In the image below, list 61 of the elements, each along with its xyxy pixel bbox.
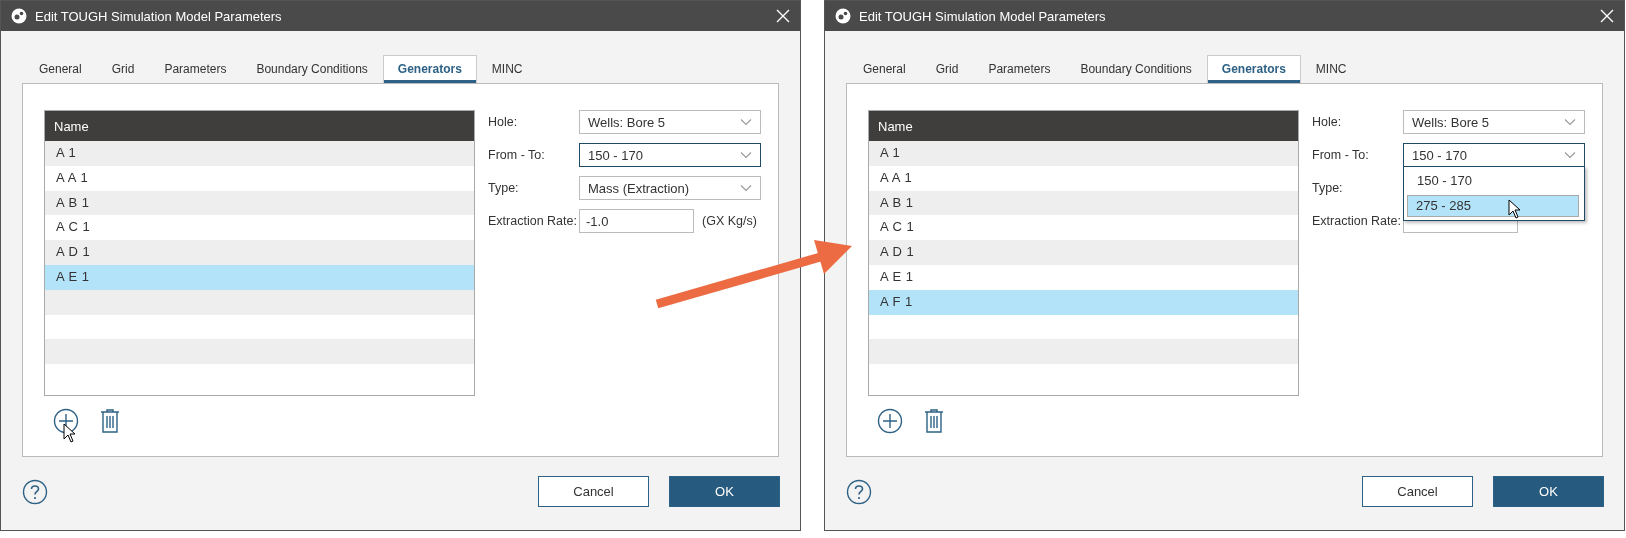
table-row[interactable]: A D 1 [45,240,474,265]
field-label: From - To: [488,148,546,162]
tab[interactable]: Boundary Conditions [1065,55,1207,83]
trash-icon[interactable] [99,408,121,434]
dropdown-option[interactable]: 150 - 170 [1405,168,1583,194]
app-icon [11,8,27,24]
field-label: Type: [488,181,520,195]
dropdown-field[interactable]: Wells: Bore 5 [579,110,761,134]
tab[interactable]: Generators [1206,55,1301,83]
table-row[interactable]: A D 1 [869,240,1298,265]
chevron-icon [1564,151,1576,159]
column-header: Name [53,118,89,134]
chevron-icon [1564,118,1576,126]
add-icon[interactable] [53,408,79,434]
tab[interactable]: Generators [382,55,477,83]
dialog-button[interactable]: Cancel [538,476,649,507]
dialog-button[interactable]: OK [1493,476,1604,507]
tab[interactable]: Grid [96,55,150,83]
cursor-icon [63,423,77,443]
table-row[interactable]: A E 1 [45,265,474,290]
tab[interactable]: MINC [476,55,538,83]
add-icon[interactable] [877,408,903,434]
field-label: Extraction Rate: [1312,214,1402,228]
dropdown-field[interactable]: Wells: Bore 5 [1403,110,1585,134]
chevron-icon [740,151,752,159]
window-title: Edit TOUGH Simulation Model Parameters [35,8,283,24]
tab[interactable]: Grid [920,55,974,83]
tab[interactable]: General [24,55,97,83]
tab[interactable]: General [848,55,921,83]
dialog-button[interactable]: Cancel [1362,476,1473,507]
field-label: From - To: [1312,148,1370,162]
help-icon[interactable] [846,478,872,505]
dialog-button[interactable]: OK [669,476,780,507]
input-field[interactable]: -1.0 [579,209,694,233]
close-icon[interactable] [776,9,790,23]
table-row[interactable]: A 1 [45,141,474,166]
dropdown-option[interactable]: 275 - 285 [1407,195,1579,217]
column-header: Name [877,118,913,134]
unit-label: (GX Kg/s) [702,214,757,228]
field-label: Type: [1312,181,1344,195]
chevron-icon [740,184,752,192]
table-row[interactable]: A B 1 [869,190,1298,216]
table-row[interactable]: A B 1 [45,190,474,216]
chevron-icon [740,118,752,126]
tab[interactable]: MINC [1300,55,1362,83]
tab[interactable]: Parameters [149,55,242,83]
dropdown-field[interactable]: Mass (Extraction) [579,176,761,200]
field-label: Extraction Rate: [488,214,578,228]
window-title: Edit TOUGH Simulation Model Parameters [859,8,1107,24]
dropdown-field[interactable]: 150 - 170 [579,143,761,167]
table-row[interactable]: A 1 [869,141,1298,166]
tab[interactable]: Parameters [973,55,1066,83]
help-icon[interactable] [22,478,48,505]
tab[interactable]: Boundary Conditions [241,55,383,83]
app-icon [835,8,851,24]
table-row[interactable]: A F 1 [869,289,1298,315]
dropdown-field[interactable]: 150 - 170 [1403,143,1585,167]
close-icon[interactable] [1600,9,1614,23]
field-label: Hole: [488,115,519,129]
trash-icon[interactable] [923,408,945,434]
field-label: Hole: [1312,115,1343,129]
